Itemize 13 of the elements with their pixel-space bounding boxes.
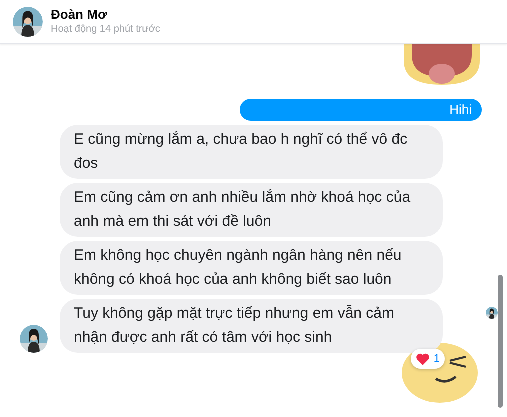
sent-message: Hihi (240, 99, 482, 121)
received-message: Em cũng cảm ơn anh nhiều lắm nhờ khoá học của anh mà em thi sát với đề luôn (60, 183, 443, 237)
received-message: Em không học chuyên ngành ngân hàng nên nếu không có khoá học của anh không biết sao luôn (60, 241, 443, 295)
reaction-count: 1 (434, 354, 440, 364)
received-message: Tuy không gặp mặt trực tiếp nhưng em vẫn cảm nhận được anh rất có tâm với học sinh (60, 299, 443, 353)
heart-icon (416, 352, 430, 366)
avatar (486, 307, 498, 319)
avatar (13, 6, 43, 36)
active-status: Hoạt động 14 phút trước (51, 22, 160, 36)
scrollbar[interactable] (498, 275, 503, 408)
received-message: E cũng mừng lắm a, chưa bao h nghĩ có thể vô đc đos (60, 125, 443, 179)
avatar (20, 325, 48, 353)
contact-name[interactable]: Đoàn Mơ (51, 6, 160, 22)
